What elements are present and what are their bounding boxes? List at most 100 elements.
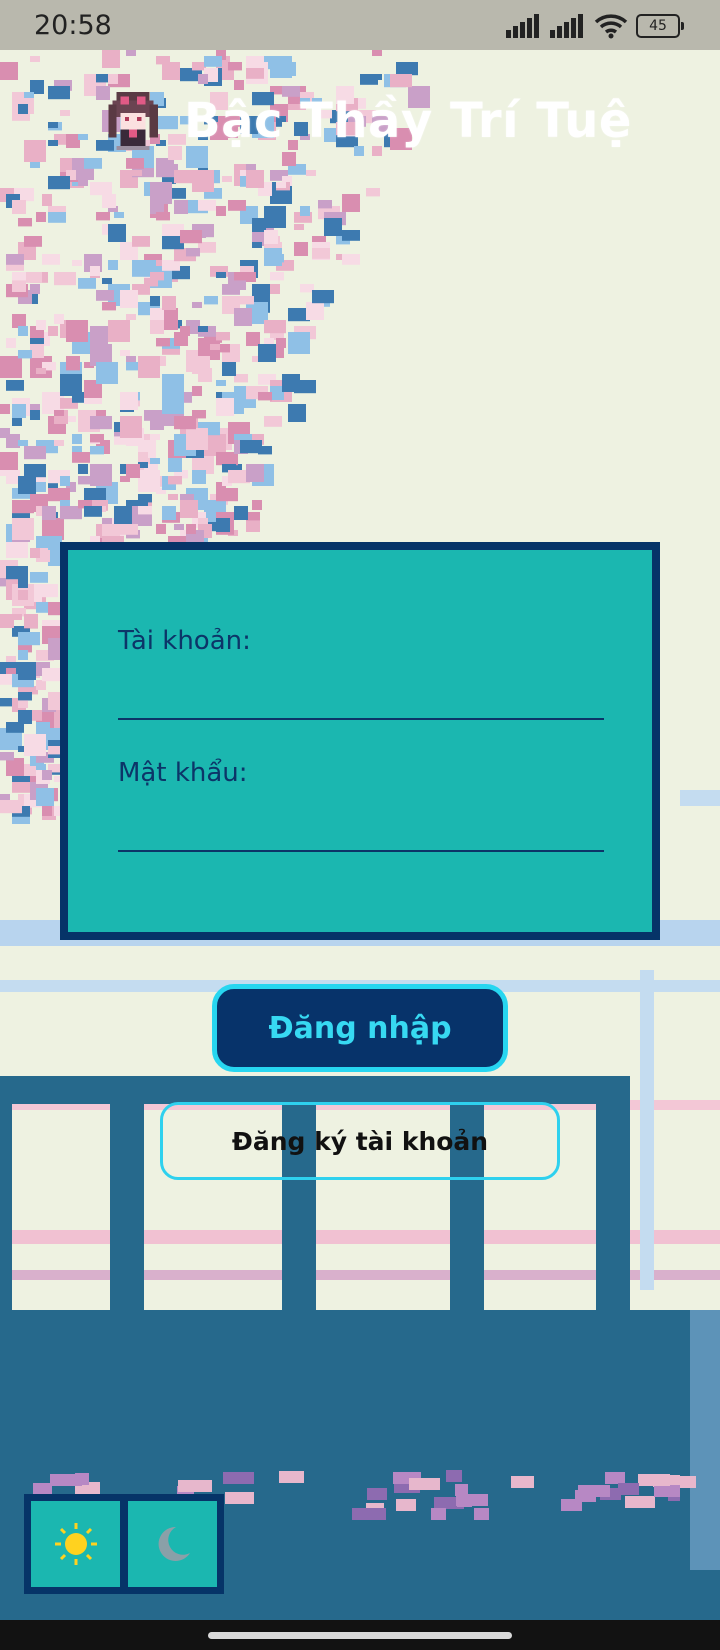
blossom-pixel [18,218,32,227]
blossom-pixel [252,500,262,510]
dark-theme-button[interactable] [128,1501,217,1587]
blossom-pixel [30,56,40,62]
blossom-pixel [132,236,150,247]
register-button[interactable]: Đăng ký tài khoản [160,1102,560,1180]
username-input[interactable] [118,678,604,720]
blossom-pixel [318,200,332,209]
blossom-pixel [54,314,64,324]
blossom-pixel [18,440,28,446]
petal-pixel [578,1485,610,1497]
blossom-pixel [192,302,202,308]
blossom-pixel [264,416,282,427]
blossom-pixel [6,434,20,448]
blossom-pixel [102,302,116,311]
blossom-pixel [240,296,254,305]
blossom-pixel [0,614,14,628]
petal-pixel [279,1471,304,1483]
theme-toggle [24,1494,224,1594]
blossom-pixel [42,770,52,780]
petal-pixel [474,1508,489,1520]
petal-pixel [50,1474,82,1486]
blossom-pixel [12,314,26,328]
blossom-pixel [66,134,80,148]
blossom-pixel [246,512,260,521]
blossom-pixel [48,488,70,502]
blossom-pixel [108,320,130,342]
blossom-pixel [102,278,112,284]
blossom-pixel [246,170,264,188]
blossom-pixel [108,260,118,270]
blossom-pixel [90,446,104,455]
blossom-pixel [6,338,16,348]
blossom-pixel [192,62,206,71]
blossom-pixel [216,206,226,216]
blossom-pixel [36,320,46,330]
blossom-pixel [360,74,378,85]
blossom-pixel [126,362,140,371]
blossom-pixel [216,488,238,502]
blossom-pixel [240,440,262,454]
light-theme-button[interactable] [31,1501,120,1587]
blossom-pixel [126,158,144,169]
blossom-pixel [6,380,24,391]
blossom-pixel [30,410,40,420]
blossom-pixel [198,74,208,84]
blossom-pixel [90,182,112,196]
blossom-pixel [180,230,202,244]
blossom-pixel [96,290,114,301]
blossom-pixel [78,176,88,186]
blossom-pixel [366,188,380,197]
blossom-pixel [78,464,88,474]
blossom-pixel [246,332,260,346]
blossom-pixel [78,278,96,289]
blossom-pixel [342,194,360,212]
petal-pixel [638,1474,670,1486]
login-button[interactable]: Đăng nhập [212,984,508,1072]
blossom-pixel [252,242,262,248]
blossom-pixel [102,194,116,208]
signal-icon [506,14,539,38]
blossom-pixel [186,248,200,257]
blossom-pixel [60,158,74,172]
password-input[interactable] [118,810,604,852]
blossom-pixel [60,476,70,486]
blossom-pixel [48,326,58,336]
blossom-pixel [90,464,112,486]
blossom-pixel [150,458,160,464]
blossom-pixel [156,524,166,534]
username-label: Tài khoản: [118,626,251,656]
blossom-pixel [270,386,284,400]
battery-icon: 45 [636,14,684,38]
blossom-pixel [12,518,34,540]
blossom-pixel [150,182,172,204]
petal-pixel [654,1485,680,1497]
blossom-pixel [66,362,80,371]
login-card: Tài khoản: Mật khẩu: [60,542,660,940]
blossom-pixel [0,356,22,378]
blossom-pixel [6,470,20,484]
petal-pixel [605,1472,625,1484]
blossom-pixel [294,242,308,256]
home-gesture-handle[interactable] [208,1632,512,1639]
blossom-pixel [216,518,230,532]
blossom-pixel [24,236,42,247]
blossom-pixel [126,50,136,56]
blossom-pixel [24,272,42,283]
blossom-pixel [12,782,30,793]
sun-icon [54,1523,97,1565]
blossom-pixel [222,362,236,376]
blossom-pixel [18,476,36,494]
blossom-pixel [54,410,64,416]
petal-pixel [225,1492,254,1504]
blossom-pixel [54,440,64,446]
app-header: Bậc Thầy Trí Tuệ [100,86,632,156]
blossom-pixel [48,176,70,190]
blossom-pixel [270,272,284,281]
blossom-pixel [60,110,70,116]
blossom-pixel [36,680,46,690]
blossom-pixel [96,410,106,416]
blossom-pixel [90,434,104,443]
blossom-pixel [90,416,112,430]
blossom-pixel [162,506,176,520]
blossom-pixel [24,92,34,98]
